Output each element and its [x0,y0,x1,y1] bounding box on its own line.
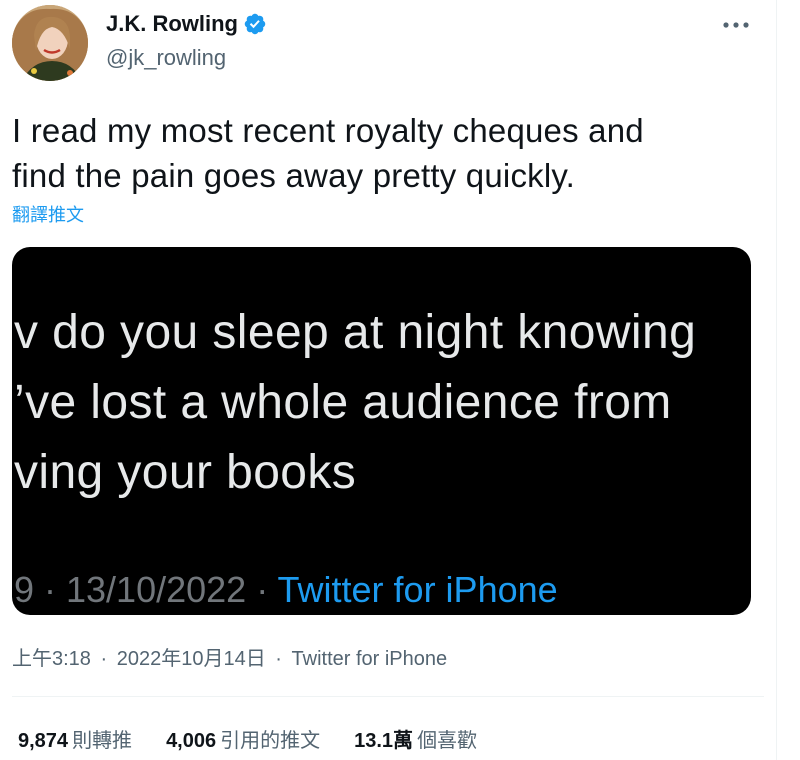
avatar-image [12,5,88,81]
column-border [776,0,777,760]
timestamp-separator: · [275,648,282,670]
retweets-label: 則轉推 [72,730,133,752]
tweet-time[interactable]: 上午3:18 [12,648,91,670]
name-row: J.K. Rowling [106,10,267,38]
tweet-source-link[interactable]: Twitter for iPhone [292,648,448,670]
likes-count: 13.1萬 [354,730,414,752]
retweets-count: 9,874 [18,730,69,752]
media-meta-time: 9 · 13/10/2022 · [14,569,278,610]
tweet-timestamp: 上午3:18 · 2022年10月14日 · Twitter for iPhon… [12,645,447,673]
likes-label: 個喜歡 [417,730,478,752]
media-text-line: ’ve lost a whole audience from [14,376,672,429]
media-text-line: ving your books [14,446,357,499]
avatar[interactable] [12,5,88,81]
timestamp-separator: · [100,648,108,670]
verified-badge-icon [243,12,267,36]
tweet-text: I read my most recent royalty cheques an… [12,108,752,198]
quotes-count: 4,006 [166,730,217,752]
media-meta-line: 9 · 13/10/2022 · Twitter for iPhone [14,568,558,612]
media-text-line: v do you sleep at night knowing [14,306,697,359]
user-handle[interactable]: @jk_rowling [106,44,226,72]
tweet-date[interactable]: 2022年10月14日 [117,648,266,670]
display-name[interactable]: J.K. Rowling [106,10,238,38]
retweets-stat[interactable]: 9,874 則轉推 [18,727,132,755]
likes-stat[interactable]: 13.1萬 個喜歡 [354,727,477,755]
translate-tweet-link[interactable]: 翻譯推文 [12,203,84,227]
media-image[interactable] [12,247,751,615]
divider [12,696,764,697]
quotes-stat[interactable]: 4,006 引用的推文 [166,727,320,755]
tweet-text-line: I read my most recent royalty cheques an… [12,112,644,149]
tweet-text-line: find the pain goes away pretty quickly. [12,157,575,194]
tweet-header: J.K. Rowling @jk_rowling [0,0,776,90]
media-meta-source: Twitter for iPhone [277,569,558,610]
more-options-icon[interactable] [718,10,754,40]
quotes-label: 引用的推文 [220,730,321,752]
engagement-stats: 9,874 則轉推 4,006 引用的推文 13.1萬 個喜歡 [18,727,511,755]
